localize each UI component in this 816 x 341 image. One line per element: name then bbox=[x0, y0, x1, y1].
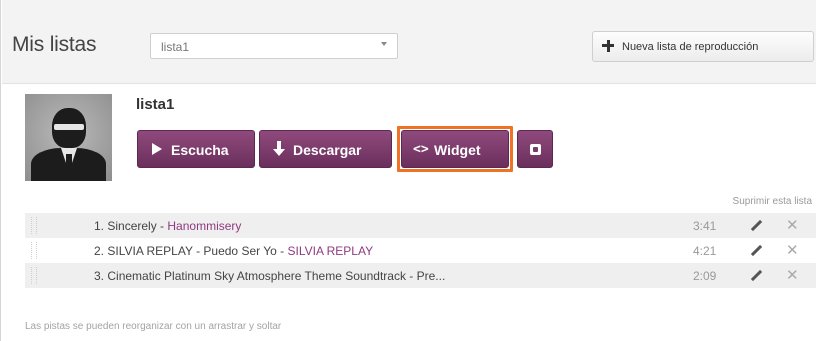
widget-highlight-box bbox=[397, 126, 513, 172]
track-title: 1. Sincerely - Hanommisery bbox=[94, 219, 242, 233]
track-artist-link[interactable]: SILVIA REPLAY bbox=[287, 244, 373, 258]
track-row[interactable]: 1. Sincerely - Hanommisery 3:41 ✕ bbox=[25, 213, 816, 238]
listen-button[interactable]: Escucha bbox=[137, 130, 255, 168]
settings-button[interactable] bbox=[517, 130, 553, 168]
track-list: 1. Sincerely - Hanommisery 3:41 ✕ 2. SIL… bbox=[25, 213, 816, 288]
track-title: 3. Cinematic Platinum Sky Atmosphere The… bbox=[94, 269, 446, 283]
drag-handle-icon[interactable] bbox=[31, 242, 37, 259]
page: Mis listas lista1 Nueva lista de reprodu… bbox=[0, 0, 816, 341]
playlist-name: lista1 bbox=[136, 96, 175, 113]
close-icon[interactable]: ✕ bbox=[786, 266, 799, 284]
track-duration: 3:41 bbox=[693, 219, 717, 233]
playlist-select[interactable]: lista1 bbox=[150, 33, 398, 59]
edit-icon[interactable] bbox=[749, 244, 763, 258]
track-row[interactable]: 2. SILVIA REPLAY - Puedo Ser Yo - SILVIA… bbox=[25, 238, 816, 263]
track-artist-link[interactable]: Hanommisery bbox=[167, 219, 241, 233]
delete-playlist-link[interactable]: Suprimir esta lista bbox=[733, 196, 812, 207]
page-title: Mis listas bbox=[12, 33, 97, 56]
edit-icon[interactable] bbox=[749, 219, 763, 233]
new-playlist-button[interactable]: Nueva lista de reproducción bbox=[592, 31, 814, 62]
header-bar: Mis listas lista1 Nueva lista de reprodu… bbox=[2, 0, 816, 84]
plus-icon bbox=[602, 40, 614, 52]
settings-icon bbox=[530, 144, 541, 155]
drag-handle-icon[interactable] bbox=[31, 267, 37, 284]
chevron-down-icon bbox=[381, 42, 387, 46]
new-playlist-label: Nueva lista de reproducción bbox=[622, 41, 759, 53]
download-button[interactable]: Descargar bbox=[259, 130, 392, 168]
listen-label: Escucha bbox=[171, 142, 229, 158]
drag-handle-icon[interactable] bbox=[31, 217, 37, 234]
download-icon bbox=[273, 141, 285, 157]
reorder-hint: Las pistas se pueden reorganizar con un … bbox=[25, 321, 282, 332]
track-title: 2. SILVIA REPLAY - Puedo Ser Yo - SILVIA… bbox=[94, 244, 374, 258]
play-icon bbox=[152, 143, 162, 155]
track-row[interactable]: 3. Cinematic Platinum Sky Atmosphere The… bbox=[25, 263, 816, 288]
playlist-avatar bbox=[25, 94, 112, 181]
edit-icon[interactable] bbox=[749, 269, 763, 283]
close-icon[interactable]: ✕ bbox=[786, 216, 799, 234]
track-duration: 4:21 bbox=[693, 244, 717, 258]
playlist-select-value: lista1 bbox=[161, 40, 190, 54]
close-icon[interactable]: ✕ bbox=[786, 241, 799, 259]
download-label: Descargar bbox=[293, 142, 362, 158]
track-duration: 2:09 bbox=[693, 269, 717, 283]
